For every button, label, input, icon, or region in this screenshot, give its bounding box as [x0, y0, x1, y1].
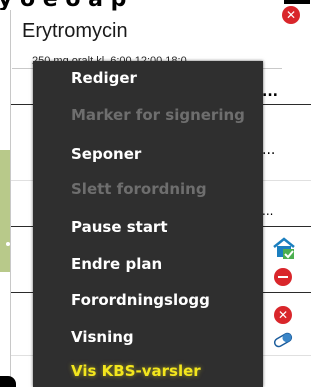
top-border-fragment — [284, 0, 310, 4]
menu-item-forordningslogg[interactable]: Forordningslogg — [71, 291, 210, 309]
house-check-icon[interactable] — [272, 236, 296, 260]
header-title-fragment: y o e o a p — [0, 0, 126, 12]
close-circle-icon[interactable]: ✕ — [282, 6, 300, 24]
menu-item-marker-for-signering: Marker for signering — [71, 106, 245, 124]
menu-item-slett-forordning: Slett forordning — [71, 180, 207, 198]
cell-ellipsis: ... — [262, 84, 278, 100]
menu-item-endre-plan[interactable]: Endre plan — [71, 255, 162, 273]
close-circle-icon[interactable]: ✕ — [274, 306, 292, 324]
left-divider — [10, 10, 11, 387]
bottom-corner-fragment — [0, 376, 16, 387]
menu-item-pause-start[interactable]: Pause start — [71, 218, 168, 236]
context-menu: Rediger Marker for signering Seponer Sle… — [33, 61, 263, 387]
medication-name: Erytromycin — [22, 20, 128, 42]
cell-ellipsis: ... — [262, 204, 274, 218]
menu-item-vis-kbs-varsler[interactable]: Vis KBS-varsler — [65, 359, 207, 383]
green-side-tab[interactable] — [0, 150, 10, 272]
menu-item-rediger[interactable]: Rediger — [71, 69, 137, 87]
cell-ellipsis: ... — [262, 142, 276, 158]
stop-circle-icon[interactable] — [274, 268, 292, 286]
pill-icon — [273, 332, 293, 348]
menu-item-seponer[interactable]: Seponer — [71, 145, 141, 163]
menu-item-label: Vis KBS-varsler — [71, 362, 201, 380]
menu-item-visning[interactable]: Visning — [71, 328, 134, 346]
